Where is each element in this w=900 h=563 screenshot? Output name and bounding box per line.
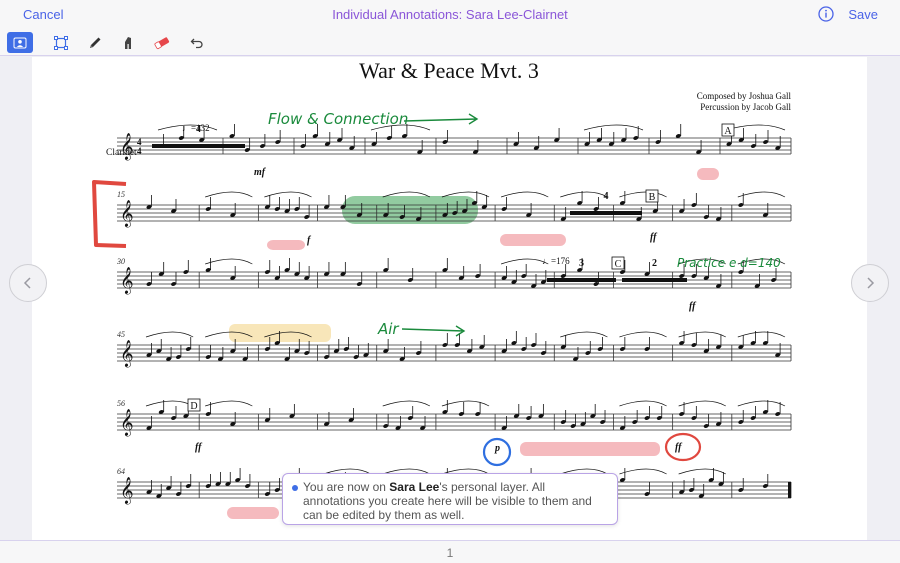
dynamic-marking: f	[307, 235, 312, 246]
rehearsal-mark: D	[190, 401, 197, 412]
pink-highlight-0	[267, 240, 305, 250]
treble-clef-icon: 𝄞	[120, 201, 134, 228]
measure-number: 56	[117, 399, 125, 408]
slur	[619, 400, 667, 407]
rest-count: 4	[604, 191, 609, 202]
slur	[737, 400, 786, 407]
top-navigation-bar: Cancel Individual Annotations: Sara Lee-…	[0, 0, 900, 29]
final-barline	[788, 482, 791, 498]
info-dot-icon	[292, 485, 298, 491]
slur	[678, 468, 726, 475]
page-footer: 1	[0, 540, 900, 563]
slur	[619, 191, 667, 198]
info-icon[interactable]	[818, 6, 834, 22]
slur	[145, 400, 194, 407]
green-highlight	[342, 196, 478, 224]
pen-icon[interactable]	[82, 32, 108, 53]
measure-number: 45	[117, 330, 125, 339]
treble-clef-icon: 𝄞	[120, 410, 134, 437]
treble-clef-icon: 𝄞	[120, 268, 134, 295]
window-title: Individual Annotations: Sara Lee-Clairne…	[332, 7, 568, 22]
next-page-button[interactable]	[851, 264, 889, 302]
multi-measure-rest	[152, 144, 245, 148]
selection-icon[interactable]	[48, 32, 74, 53]
dynamic-marking: ff	[650, 232, 658, 243]
multi-measure-rest	[547, 278, 616, 282]
rest-count: 4	[196, 124, 201, 135]
pink-highlight-3	[520, 442, 660, 456]
slur	[205, 258, 253, 265]
percussion-credit: Percussion by Jacob Gall	[700, 102, 791, 112]
slur	[560, 191, 608, 198]
composer-credit: Composed by Joshua Gall	[697, 91, 792, 101]
measure-number: 64	[117, 467, 125, 476]
dynamic-marking: mf	[254, 167, 267, 178]
slur	[619, 331, 667, 338]
slur	[583, 124, 644, 131]
page-number: 1	[446, 546, 454, 560]
score-title: War & Peace Mvt. 3	[359, 58, 539, 83]
treble-clef-icon: 𝄞	[120, 478, 134, 505]
person-layer-icon[interactable]	[7, 32, 33, 53]
app-window: Cancel Individual Annotations: Sara Lee-…	[0, 0, 900, 563]
pink-highlight-4	[227, 507, 279, 519]
dynamic-marking: ff	[675, 442, 683, 453]
slur	[619, 468, 667, 475]
save-button[interactable]: Save	[848, 7, 878, 22]
tooltip-user-name: Sara Lee	[389, 480, 440, 494]
slur	[500, 191, 549, 198]
slur	[737, 331, 786, 338]
measure-number: 30	[116, 257, 125, 266]
previous-page-button[interactable]	[9, 264, 47, 302]
rehearsal-mark: A	[724, 126, 732, 137]
rest-count: 2	[652, 258, 657, 269]
highlighter-icon[interactable]	[115, 32, 141, 53]
multi-measure-rest	[570, 211, 642, 215]
score-page[interactable]: War & Peace Mvt. 3 Composed by Joshua Ga…	[32, 57, 867, 540]
annotation-practice: Practice e d=140	[677, 256, 781, 270]
slur	[737, 191, 786, 198]
dynamic-marking: ff	[195, 442, 203, 453]
treble-clef-icon: 𝄞	[120, 341, 134, 368]
slur	[678, 331, 726, 338]
slur	[382, 400, 431, 407]
multi-measure-rest	[622, 278, 687, 282]
slur	[205, 191, 253, 198]
measure-number: 15	[117, 190, 125, 199]
chevron-right-icon	[867, 277, 875, 289]
slur	[678, 400, 726, 407]
rehearsal-mark: B	[649, 192, 656, 203]
tooltip-prefix: You are now on	[303, 480, 390, 494]
annotation-arrow	[403, 113, 479, 125]
annotation-air: Air	[377, 320, 399, 338]
dynamic-marking: ff	[689, 301, 697, 312]
annotation-flow: Flow & Connection	[268, 110, 408, 128]
slur	[441, 400, 490, 407]
layer-info-tooltip: You are now on Sara Lee's personal layer…	[282, 473, 618, 525]
red-circle-annotation	[664, 432, 702, 462]
annotation-toolbar	[0, 29, 900, 56]
pink-highlight-2	[697, 168, 719, 180]
slur	[264, 191, 312, 198]
slur	[560, 331, 608, 338]
score-viewer: War & Peace Mvt. 3 Composed by Joshua Ga…	[0, 57, 900, 540]
chevron-left-icon	[23, 277, 31, 289]
eraser-icon[interactable]	[149, 32, 175, 53]
undo-icon[interactable]	[184, 32, 210, 53]
treble-clef-icon: 𝄞	[120, 134, 134, 161]
rest-count: 3	[579, 258, 584, 269]
score-canvas: War & Peace Mvt. 3 Composed by Joshua Ga…	[92, 58, 792, 519]
time-signature-bottom: 4	[137, 146, 142, 156]
slur	[725, 124, 786, 131]
dynamic-marking: p	[494, 443, 500, 454]
slur	[145, 331, 194, 338]
tempo-marking: ♩=176	[542, 256, 570, 266]
annotation-arrow	[401, 325, 466, 337]
rehearsal-mark: C	[615, 259, 622, 270]
slur	[205, 400, 253, 407]
pink-highlight-1	[500, 234, 566, 246]
